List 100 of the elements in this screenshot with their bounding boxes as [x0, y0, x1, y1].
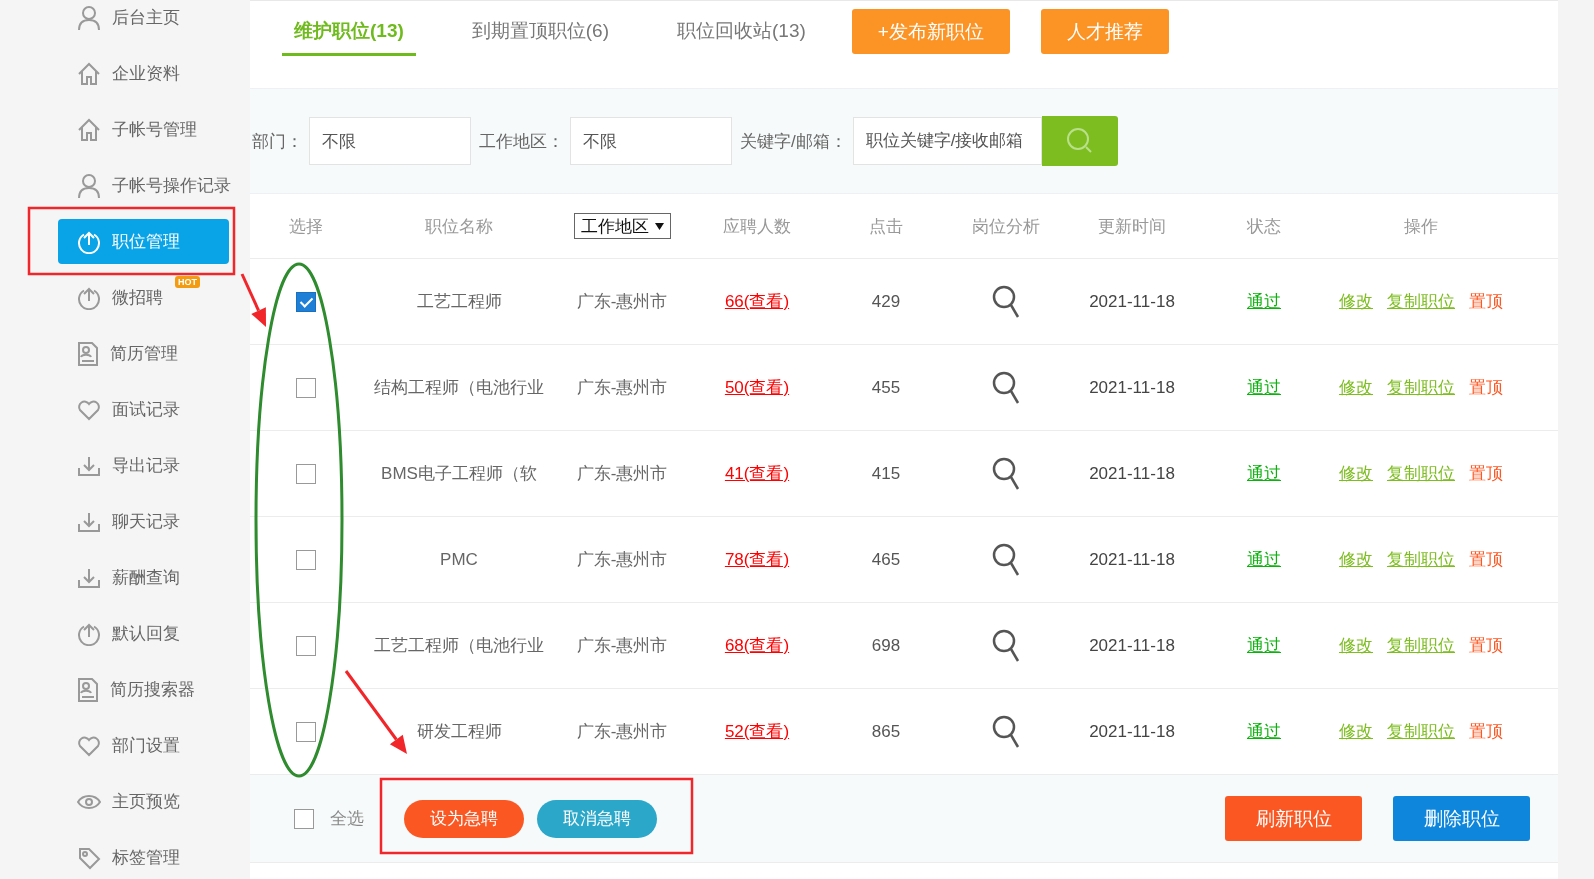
table-cell: 429 — [871, 291, 901, 312]
person-icon — [77, 172, 101, 199]
action-button[interactable]: 刷新职位 — [1225, 796, 1362, 841]
action-link[interactable]: 置顶 — [1469, 720, 1503, 743]
filter-label: 部门： — [252, 130, 303, 153]
toolbar-button[interactable]: 人才推荐 — [1040, 9, 1169, 54]
table-cell: 2021-11-18 — [1089, 635, 1175, 656]
applicants-link[interactable]: 78(查看) — [724, 548, 790, 571]
sidebar-item[interactable]: 简历搜索器 — [58, 667, 229, 712]
action-link[interactable]: 置顶 — [1469, 462, 1503, 485]
search-icon[interactable] — [992, 714, 1020, 749]
action-link[interactable]: 复制职位 — [1387, 548, 1455, 571]
action-link[interactable]: 置顶 — [1469, 376, 1503, 399]
action-link[interactable]: 置顶 — [1469, 634, 1503, 657]
search-icon[interactable] — [992, 456, 1020, 491]
document-icon — [77, 340, 99, 367]
caret-icon[interactable] — [654, 223, 664, 230]
sidebar-item[interactable]: 主页预览 — [58, 779, 229, 824]
status-link[interactable]: 通过 — [1247, 634, 1281, 657]
sidebar-item[interactable]: 子帐号管理 — [58, 107, 229, 152]
action-button[interactable]: 删除职位 — [1393, 796, 1530, 841]
sidebar-item[interactable]: 简历管理 — [58, 331, 229, 376]
action-link[interactable]: 复制职位 — [1387, 634, 1455, 657]
action-link[interactable]: 复制职位 — [1387, 376, 1455, 399]
table-cell-text: BMS电子工程师（软 — [381, 463, 537, 485]
table-cell: 2021-11-18 — [1089, 291, 1175, 312]
sidebar-item[interactable]: 标签管理 — [58, 835, 229, 879]
checkbox[interactable] — [296, 721, 316, 742]
search-icon[interactable] — [992, 628, 1020, 663]
applicants-link[interactable]: 50(查看) — [724, 376, 790, 399]
action-link[interactable]: 复制职位 — [1387, 290, 1455, 313]
action-link[interactable]: 复制职位 — [1387, 462, 1455, 485]
table-cell: 698 — [871, 635, 901, 656]
tab[interactable]: 职位回收站(13) — [665, 9, 818, 56]
table-cell: 2021-11-18 — [1089, 721, 1175, 742]
checkbox[interactable] — [296, 377, 316, 398]
sidebar-item[interactable]: 职位管理 — [58, 219, 229, 264]
sidebar-item[interactable]: 子帐号操作记录 — [58, 163, 229, 208]
search-icon[interactable] — [992, 370, 1020, 405]
upload-icon — [77, 285, 101, 310]
heart-icon — [77, 734, 101, 757]
checkbox[interactable] — [294, 808, 314, 829]
status-link[interactable]: 通过 — [1247, 290, 1281, 313]
sidebar-item[interactable]: 部门设置 — [58, 723, 229, 768]
action-link[interactable]: 置顶 — [1469, 290, 1503, 313]
pill-button[interactable]: 设为急聘 — [404, 799, 524, 838]
action-link[interactable]: 修改 — [1339, 548, 1373, 571]
sidebar-item[interactable]: 薪酬查询 — [58, 555, 229, 600]
status-link[interactable]: 通过 — [1247, 548, 1281, 571]
input-field[interactable]: 不限 — [309, 117, 471, 165]
action-link[interactable]: 修改 — [1339, 462, 1373, 485]
upload-icon — [77, 621, 101, 646]
checkbox[interactable] — [296, 291, 316, 312]
house-icon — [77, 61, 101, 86]
action-link[interactable]: 修改 — [1339, 720, 1373, 743]
applicants-link[interactable]: 66(查看) — [724, 290, 790, 313]
column-header: 职位名称 — [425, 215, 493, 238]
search-icon[interactable] — [992, 284, 1020, 319]
eye-icon — [77, 793, 101, 810]
action-link[interactable]: 置顶 — [1469, 548, 1503, 571]
pill-button[interactable]: 取消急聘 — [537, 799, 657, 838]
status-link[interactable]: 通过 — [1247, 720, 1281, 743]
tab[interactable]: 到期置顶职位(6) — [459, 9, 622, 56]
table-cell-text: 广东-惠州市 — [576, 721, 668, 743]
sidebar-item[interactable]: 面试记录 — [58, 387, 229, 432]
download-icon — [77, 454, 101, 477]
applicants-link[interactable]: 52(查看) — [724, 720, 790, 743]
column-header: 选择 — [289, 215, 323, 238]
status-link[interactable]: 通过 — [1247, 462, 1281, 485]
checkbox[interactable] — [296, 635, 316, 656]
action-link[interactable]: 复制职位 — [1387, 720, 1455, 743]
action-link[interactable]: 修改 — [1339, 290, 1373, 313]
sidebar-item[interactable]: 导出记录 — [58, 443, 229, 488]
checkbox[interactable] — [296, 463, 316, 484]
search-icon[interactable] — [992, 542, 1020, 577]
status-link[interactable]: 通过 — [1247, 376, 1281, 399]
sidebar-item[interactable]: 企业资料 — [58, 51, 229, 96]
column-header: 岗位分析 — [972, 215, 1040, 238]
select-all-label: 全选 — [330, 808, 364, 830]
table-cell: 865 — [871, 721, 901, 742]
applicants-link[interactable]: 68(查看) — [724, 634, 790, 657]
area-dropdown[interactable]: 工作地区 — [573, 213, 671, 239]
tag-icon — [77, 845, 101, 870]
filter-label: 关键字/邮箱： — [740, 130, 847, 153]
sidebar-item[interactable]: 后台主页 — [58, 0, 229, 40]
column-header: 操作 — [1404, 215, 1438, 238]
sidebar-item[interactable]: 微招聘 HOT — [58, 275, 229, 320]
action-link[interactable]: 修改 — [1339, 376, 1373, 399]
sidebar-item[interactable]: 默认回复 — [58, 611, 229, 656]
table-cell: 2021-11-18 — [1089, 377, 1175, 398]
checkbox[interactable] — [296, 549, 316, 570]
applicants-link[interactable]: 41(查看) — [724, 462, 790, 485]
table-cell-text: 结构工程师（电池行业 — [374, 377, 544, 399]
toolbar-button[interactable]: +发布新职位 — [851, 9, 1010, 54]
action-link[interactable]: 修改 — [1339, 634, 1373, 657]
sidebar-item[interactable]: 聊天记录 — [58, 499, 229, 544]
tab[interactable]: 维护职位(13) — [282, 9, 416, 56]
hot-badge: HOT — [175, 276, 200, 288]
input-field[interactable]: 职位关键字/接收邮箱 — [852, 117, 1042, 165]
input-field[interactable]: 不限 — [570, 117, 732, 165]
